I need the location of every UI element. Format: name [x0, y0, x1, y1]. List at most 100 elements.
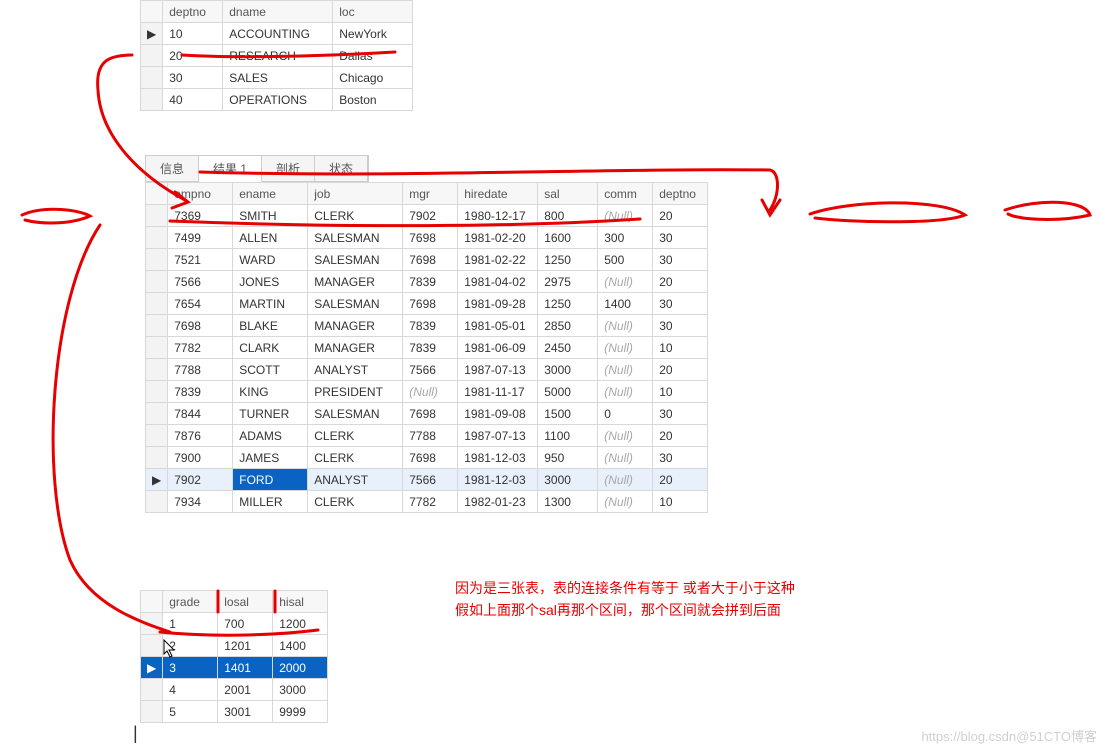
cell-hiredate[interactable]: 1981-11-17	[458, 381, 538, 403]
col-hiredate[interactable]: hiredate	[458, 183, 538, 205]
cell-sal[interactable]: 3000	[538, 469, 598, 491]
cell-deptno[interactable]: 40	[163, 89, 223, 111]
cell-mgr[interactable]: 7698	[403, 447, 458, 469]
cell-ename[interactable]: MILLER	[233, 491, 308, 513]
cell-job[interactable]: MANAGER	[308, 271, 403, 293]
cell-hisal[interactable]: 9999	[273, 701, 328, 723]
cell-mgr[interactable]: 7698	[403, 227, 458, 249]
col-deptno2[interactable]: deptno	[653, 183, 708, 205]
cell-mgr[interactable]: 7782	[403, 491, 458, 513]
cell-job[interactable]: CLERK	[308, 205, 403, 227]
cell-empno[interactable]: 7698	[168, 315, 233, 337]
cell-deptno[interactable]: 30	[653, 293, 708, 315]
cell-mgr[interactable]: 7788	[403, 425, 458, 447]
cell-deptno[interactable]: 10	[163, 23, 223, 45]
tab-result-1[interactable]: 结果 1	[199, 156, 262, 182]
cell-sal[interactable]: 2850	[538, 315, 598, 337]
cell-comm[interactable]: (Null)	[598, 469, 653, 491]
cell-deptno[interactable]: 30	[163, 67, 223, 89]
col-dname[interactable]: dname	[223, 1, 333, 23]
cell-hiredate[interactable]: 1981-09-28	[458, 293, 538, 315]
cell-sal[interactable]: 1100	[538, 425, 598, 447]
col-ename[interactable]: ename	[233, 183, 308, 205]
col-hisal[interactable]: hisal	[273, 591, 328, 613]
cell-deptno[interactable]: 20	[653, 271, 708, 293]
cell-empno[interactable]: 7521	[168, 249, 233, 271]
table-row[interactable]: 7698 BLAKE MANAGER 7839 1981-05-01 2850 …	[146, 315, 708, 337]
cell-mgr[interactable]: 7902	[403, 205, 458, 227]
cell-hisal[interactable]: 1400	[273, 635, 328, 657]
cell-hiredate[interactable]: 1981-04-02	[458, 271, 538, 293]
cell-empno[interactable]: 7788	[168, 359, 233, 381]
table-row[interactable]: 7521 WARD SALESMAN 7698 1981-02-22 1250 …	[146, 249, 708, 271]
cell-sal[interactable]: 800	[538, 205, 598, 227]
cell-mgr[interactable]: 7566	[403, 359, 458, 381]
cell-sal[interactable]: 1500	[538, 403, 598, 425]
cell-job[interactable]: ANALYST	[308, 359, 403, 381]
cell-ename[interactable]: SCOTT	[233, 359, 308, 381]
cell-dname[interactable]: RESEARCH	[223, 45, 333, 67]
cell-hiredate[interactable]: 1981-12-03	[458, 447, 538, 469]
cell-ename[interactable]: SMITH	[233, 205, 308, 227]
cell-empno[interactable]: 7902	[168, 469, 233, 491]
tab-analyze[interactable]: 剖析	[262, 156, 315, 181]
table-row[interactable]: 40 OPERATIONS Boston	[141, 89, 413, 111]
cell-mgr[interactable]: 7566	[403, 469, 458, 491]
cell-mgr[interactable]: 7839	[403, 337, 458, 359]
cell-empno[interactable]: 7934	[168, 491, 233, 513]
col-sal[interactable]: sal	[538, 183, 598, 205]
table-row[interactable]: 7566 JONES MANAGER 7839 1981-04-02 2975 …	[146, 271, 708, 293]
cell-comm[interactable]: (Null)	[598, 491, 653, 513]
cell-sal[interactable]: 1250	[538, 249, 598, 271]
table-row[interactable]: ▶ 10 ACCOUNTING NewYork	[141, 23, 413, 45]
cell-deptno[interactable]: 30	[653, 315, 708, 337]
cell-job[interactable]: SALESMAN	[308, 293, 403, 315]
col-deptno[interactable]: deptno	[163, 1, 223, 23]
table-row[interactable]: 7876 ADAMS CLERK 7788 1987-07-13 1100 (N…	[146, 425, 708, 447]
cell-sal[interactable]: 5000	[538, 381, 598, 403]
cell-grade[interactable]: 4	[163, 679, 218, 701]
cell-sal[interactable]: 950	[538, 447, 598, 469]
cell-hisal[interactable]: 3000	[273, 679, 328, 701]
cell-sal[interactable]: 1250	[538, 293, 598, 315]
cell-mgr[interactable]: 7698	[403, 293, 458, 315]
table-row[interactable]: 30 SALES Chicago	[141, 67, 413, 89]
cell-empno[interactable]: 7499	[168, 227, 233, 249]
cell-deptno[interactable]: 30	[653, 447, 708, 469]
cell-comm[interactable]: 500	[598, 249, 653, 271]
cell-empno[interactable]: 7369	[168, 205, 233, 227]
cell-comm[interactable]: (Null)	[598, 359, 653, 381]
cell-empno[interactable]: 7844	[168, 403, 233, 425]
cell-grade[interactable]: 5	[163, 701, 218, 723]
col-grade[interactable]: grade	[163, 591, 218, 613]
cell-loc[interactable]: NewYork	[333, 23, 413, 45]
col-losal[interactable]: losal	[218, 591, 273, 613]
cell-hiredate[interactable]: 1981-02-22	[458, 249, 538, 271]
cell-hiredate[interactable]: 1981-05-01	[458, 315, 538, 337]
cell-hiredate[interactable]: 1987-07-13	[458, 359, 538, 381]
cell-deptno[interactable]: 20	[653, 359, 708, 381]
cell-deptno[interactable]: 30	[653, 403, 708, 425]
cell-hiredate[interactable]: 1981-02-20	[458, 227, 538, 249]
cell-dname[interactable]: ACCOUNTING	[223, 23, 333, 45]
cell-dname[interactable]: OPERATIONS	[223, 89, 333, 111]
cell-losal[interactable]: 3001	[218, 701, 273, 723]
table-row[interactable]: ▶ 7902 FORD ANALYST 7566 1981-12-03 3000…	[146, 469, 708, 491]
cell-comm[interactable]: 300	[598, 227, 653, 249]
cell-ename[interactable]: FORD	[233, 469, 308, 491]
cell-deptno[interactable]: 20	[653, 469, 708, 491]
dept-table[interactable]: deptno dname loc ▶ 10 ACCOUNTING NewYork…	[140, 0, 413, 111]
col-empno[interactable]: empno	[168, 183, 233, 205]
table-row[interactable]: 1 700 1200	[141, 613, 328, 635]
cell-deptno[interactable]: 30	[653, 249, 708, 271]
cell-losal[interactable]: 2001	[218, 679, 273, 701]
table-row[interactable]: 4 2001 3000	[141, 679, 328, 701]
cell-hiredate[interactable]: 1981-06-09	[458, 337, 538, 359]
cell-mgr[interactable]: (Null)	[403, 381, 458, 403]
tab-status[interactable]: 状态	[315, 156, 368, 181]
emp-table[interactable]: empno ename job mgr hiredate sal comm de…	[145, 182, 708, 513]
cell-deptno[interactable]: 20	[163, 45, 223, 67]
cell-hiredate[interactable]: 1981-09-08	[458, 403, 538, 425]
cell-deptno[interactable]: 30	[653, 227, 708, 249]
cell-deptno[interactable]: 10	[653, 381, 708, 403]
